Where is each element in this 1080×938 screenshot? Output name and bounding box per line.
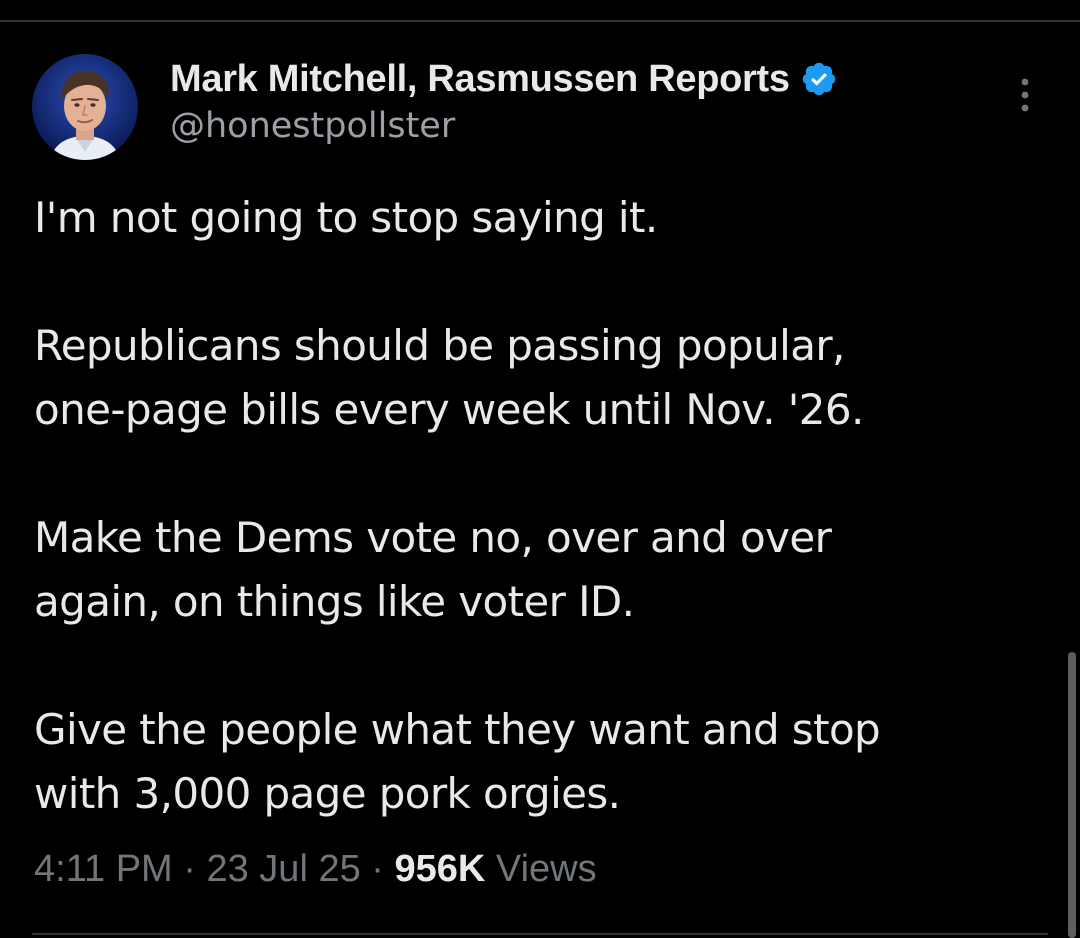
meta-separator: · <box>172 848 207 890</box>
post-time[interactable]: 4:11 PM <box>34 848 173 890</box>
bottom-divider <box>32 933 1048 935</box>
views-label[interactable]: Views <box>496 848 597 890</box>
meta-separator: · <box>360 848 395 890</box>
author-display-name[interactable]: Mark Mitchell, Rasmussen Reports <box>170 58 790 101</box>
post-paragraph: Republicans should be passing popular, o… <box>34 321 864 434</box>
author-handle[interactable]: @honestpollster <box>170 106 455 146</box>
author-name-row[interactable]: Mark Mitchell, Rasmussen Reports <box>170 54 838 104</box>
post-paragraph: Make the Dems vote no, over and over aga… <box>34 513 832 626</box>
verified-badge-icon[interactable] <box>800 60 838 98</box>
author-avatar[interactable] <box>32 54 138 160</box>
top-divider <box>0 20 1080 22</box>
post-body: I'm not going to stop saying it. Republi… <box>34 186 1044 826</box>
post-paragraph: Give the people what they want and stop … <box>34 705 881 818</box>
post-meta: 4:11 PM · 23 Jul 25 · 956K Views <box>34 848 597 891</box>
post-paragraph: I'm not going to stop saying it. <box>34 193 658 242</box>
more-options-icon[interactable] <box>1010 76 1040 116</box>
avatar-photo <box>32 54 138 160</box>
scrollbar-thumb[interactable] <box>1068 652 1076 938</box>
post-date[interactable]: 23 Jul 25 <box>206 848 360 890</box>
views-count[interactable]: 956K <box>395 848 486 890</box>
